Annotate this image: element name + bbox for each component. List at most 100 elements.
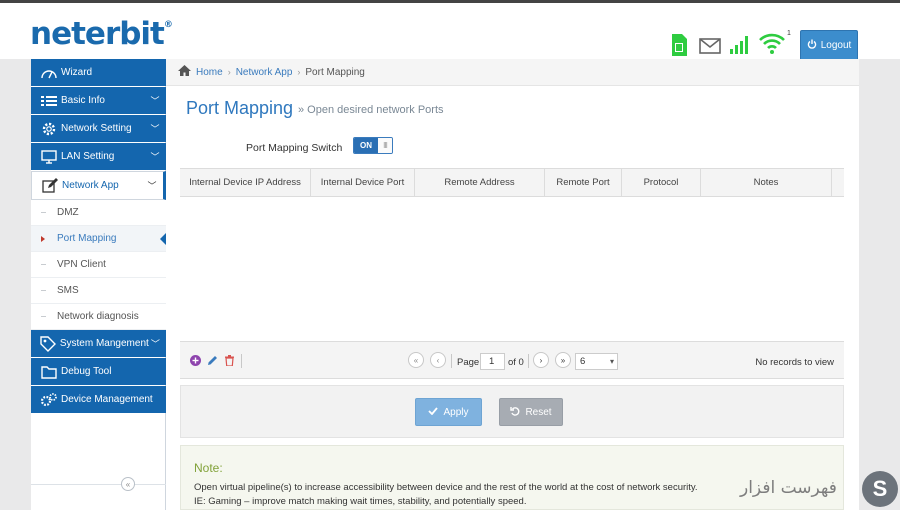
apply-label: Apply xyxy=(443,406,469,418)
rows-per-page-value: 6 xyxy=(580,356,586,367)
action-bar: Apply Reset xyxy=(180,385,844,438)
sidebar-item-label: Network App xyxy=(62,180,119,191)
monitor-icon xyxy=(39,149,59,165)
sidebar-item-label: Device Management xyxy=(61,394,153,405)
home-icon[interactable] xyxy=(178,65,191,79)
note-title: Note: xyxy=(194,461,223,475)
header: neterbit® 1 Logout xyxy=(0,3,900,61)
page-number-input[interactable]: 1 xyxy=(480,353,505,370)
next-page-button[interactable]: › xyxy=(533,352,549,368)
gauge-icon xyxy=(39,65,59,81)
column-header-protocol[interactable]: Protocol xyxy=(622,169,701,196)
column-header-notes[interactable]: Notes xyxy=(701,169,832,196)
undo-icon xyxy=(510,406,520,419)
chevron-down-icon: ﹀ xyxy=(150,96,160,106)
sidebar-item-basic-info[interactable]: Basic Info ﹀ xyxy=(31,87,166,114)
chevron-left-icon: ‹ xyxy=(436,355,440,365)
grid-header: Internal Device IP Address Internal Devi… xyxy=(180,168,844,197)
list-icon xyxy=(39,93,59,109)
note-text-line1: Open virtual pipeline(s) to increase acc… xyxy=(194,482,698,493)
sidebar-subitem-label: Port Mapping xyxy=(57,233,117,244)
rows-per-page-select[interactable]: 6 ▾ xyxy=(575,353,618,370)
sidebar-subitem-port-mapping[interactable]: Port Mapping xyxy=(31,226,167,252)
sidebar-item-label: System Mangement xyxy=(59,338,149,349)
chevron-down-icon: ▾ xyxy=(609,357,614,366)
edit-icon xyxy=(40,177,60,194)
breadcrumb-separator: › xyxy=(297,67,301,77)
reset-label: Reset xyxy=(525,406,552,418)
check-icon xyxy=(428,406,439,418)
double-chevron-left-icon: « xyxy=(413,355,419,365)
toggle-on-label: ON xyxy=(354,138,378,153)
folder-icon xyxy=(39,364,59,380)
switch-label: Port Mapping Switch xyxy=(246,142,343,154)
sidebar-subitem-network-diagnosis[interactable]: Network diagnosis xyxy=(31,304,166,330)
double-chevron-left-icon: « xyxy=(125,479,131,489)
breadcrumb-parent[interactable]: Network App xyxy=(236,67,293,78)
sidebar-subitem-label: SMS xyxy=(57,285,79,296)
sidebar-item-label: Debug Tool xyxy=(61,366,112,377)
sidebar-item-label: Wizard xyxy=(61,67,93,78)
watermark-logo-icon: S xyxy=(862,471,898,507)
reset-button[interactable]: Reset xyxy=(499,398,563,426)
add-icon[interactable] xyxy=(190,355,201,369)
watermark-text: فهرست افزار xyxy=(740,478,837,498)
column-header-scroll-spacer xyxy=(832,169,844,196)
page-title: Port Mapping xyxy=(186,98,294,118)
sidebar-subitem-label: DMZ xyxy=(57,207,79,218)
sidebar-collapse-divider xyxy=(31,484,166,485)
sidebar-collapse-button[interactable]: « xyxy=(121,477,135,491)
cell-signal-icon xyxy=(729,35,751,58)
sidebar-item-lan-setting[interactable]: LAN Setting ﹀ xyxy=(31,143,166,170)
sidebar-item-system-management[interactable]: System Mangement ﹀ xyxy=(31,330,166,357)
sidebar-subitem-dmz[interactable]: DMZ xyxy=(31,200,166,226)
chevron-down-icon: ﹀ xyxy=(150,152,160,162)
column-header-internal-ip[interactable]: Internal Device IP Address xyxy=(180,169,311,196)
signal-badge: 1 xyxy=(787,30,791,37)
sidebar-item-debug-tool[interactable]: Debug Tool xyxy=(31,358,166,385)
sidebar-subitem-sms[interactable]: SMS xyxy=(31,278,166,304)
note-text-line2: IE: Gaming – improve match making wait t… xyxy=(194,496,527,507)
watermark: فهرست افزار S xyxy=(740,468,900,510)
breadcrumb-current: Port Mapping xyxy=(305,66,365,78)
main-content: Home › Network App › Port Mapping Port M… xyxy=(166,59,859,510)
sidebar-item-network-app[interactable]: Network App ﹀ xyxy=(31,171,166,200)
page-subtitle: » Open desired network Ports xyxy=(298,104,444,116)
chevron-down-icon: ﹀ xyxy=(147,181,157,191)
port-mapping-toggle[interactable]: ON III xyxy=(353,137,393,154)
wifi-icon xyxy=(758,32,786,59)
envelope-icon[interactable] xyxy=(699,38,721,57)
double-chevron-right-icon: » xyxy=(560,355,566,365)
column-header-remote-port[interactable]: Remote Port xyxy=(545,169,622,196)
sidebar-item-wizard[interactable]: Wizard xyxy=(31,59,166,86)
first-page-button[interactable]: « xyxy=(408,352,424,368)
sim-card-icon xyxy=(670,33,688,60)
last-page-button[interactable]: » xyxy=(555,352,571,368)
logout-label: Logout xyxy=(820,40,852,51)
prev-page-button[interactable]: ‹ xyxy=(430,352,446,368)
sidebar-item-device-management[interactable]: Device Management xyxy=(31,386,166,413)
grid-body xyxy=(180,197,844,341)
breadcrumb-home[interactable]: Home xyxy=(196,67,223,78)
gears-icon xyxy=(39,392,59,408)
trash-icon[interactable] xyxy=(224,355,235,369)
sidebar-subitem-vpn-client[interactable]: VPN Client xyxy=(31,252,166,278)
tag-icon xyxy=(39,335,58,352)
grid-pager: « ‹ Page 1 of 0 › » 6 ▾ No records to vi… xyxy=(180,341,844,379)
page-label: Page xyxy=(457,357,480,368)
column-header-remote-address[interactable]: Remote Address xyxy=(415,169,545,196)
chevron-right-icon: › xyxy=(539,355,543,365)
logout-button[interactable]: Logout xyxy=(800,30,858,61)
apply-button[interactable]: Apply xyxy=(415,398,482,426)
breadcrumb: Home › Network App › Port Mapping xyxy=(166,59,859,86)
sidebar-item-network-setting[interactable]: Network Setting ﹀ xyxy=(31,115,166,142)
power-icon xyxy=(807,39,817,52)
chevron-down-icon: ﹀ xyxy=(150,124,160,134)
edit-pencil-icon[interactable] xyxy=(207,355,218,369)
sidebar: Wizard Basic Info ﹀ Network Setting ﹀ LA… xyxy=(31,59,167,510)
column-header-internal-port[interactable]: Internal Device Port xyxy=(311,169,415,196)
brand-logo: neterbit® xyxy=(30,16,173,52)
sidebar-subitem-label: VPN Client xyxy=(57,259,106,270)
sidebar-item-label: LAN Setting xyxy=(61,151,115,162)
sidebar-subitem-label: Network diagnosis xyxy=(57,311,139,322)
